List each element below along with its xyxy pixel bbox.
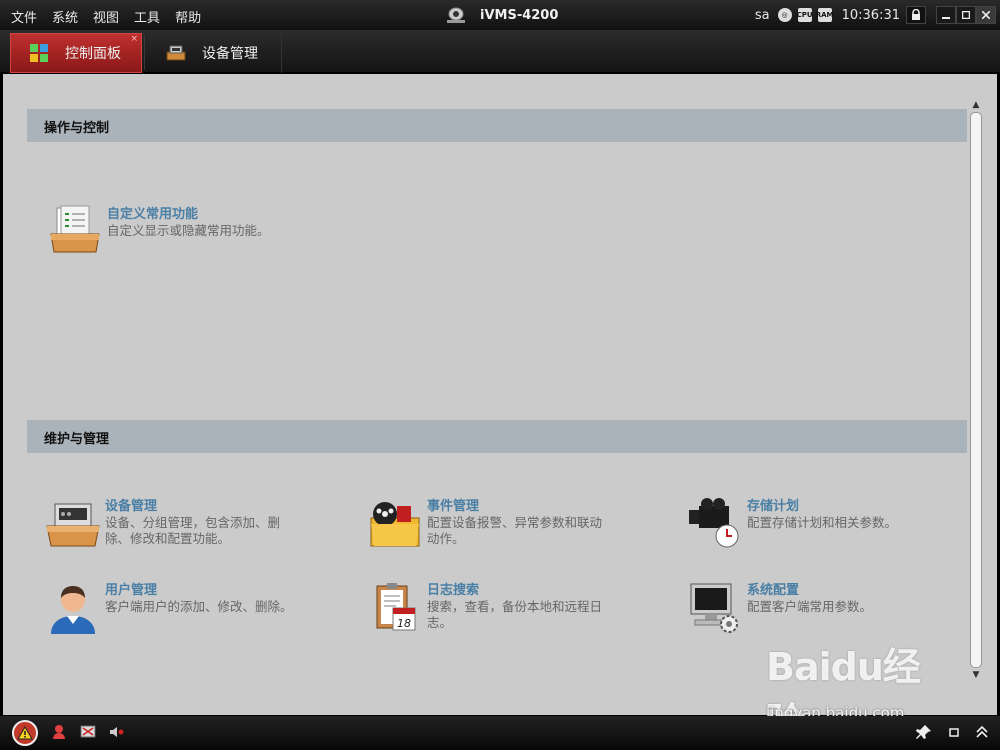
user-management-item[interactable]: 用户管理 客户端用户的添加、修改、删除。: [45, 580, 293, 636]
minimize-icon: [942, 17, 950, 19]
menu-help[interactable]: 帮助: [175, 7, 201, 26]
cpu-icon: CPU: [797, 8, 813, 22]
tab-label: 设备管理: [202, 46, 258, 62]
log-search-item[interactable]: 18 日志搜索 搜索，查看，备份本地和远程日 志。: [367, 580, 602, 636]
scroll-up-icon[interactable]: ▲: [967, 98, 985, 112]
app-name: iVMS-4200: [480, 7, 559, 23]
menu-tools[interactable]: 工具: [134, 7, 160, 26]
event-folder-icon: [370, 502, 420, 547]
item-desc: 配置设备报警、异常参数和联动: [427, 515, 603, 530]
expand-up-icon[interactable]: [974, 724, 990, 740]
section-header-maintenance: 维护与管理: [27, 420, 967, 453]
item-desc: 配置客户端常用参数。: [747, 599, 873, 614]
item-desc: 搜索，查看，备份本地和远程日: [427, 599, 603, 614]
restore-icon[interactable]: [946, 724, 962, 740]
storage-schedule-item[interactable]: 存储计划 配置存储计划和相关参数。: [687, 496, 897, 552]
event-management-item[interactable]: 事件管理 配置设备报警、异常参数和联动 动作。: [367, 496, 602, 552]
item-title: 存储计划: [747, 499, 800, 514]
status-area: sa ◎ CPU RAM 10:36:31: [755, 0, 1000, 30]
vertical-scrollbar[interactable]: ▲ ▼: [967, 98, 985, 690]
menu-view[interactable]: 视图: [93, 7, 119, 26]
item-desc: 客户端用户的添加、修改、删除。: [105, 599, 293, 614]
item-desc: 除、修改和配置功能。: [105, 531, 231, 546]
scroll-down-icon[interactable]: ▼: [967, 668, 985, 682]
close-button[interactable]: [976, 6, 996, 24]
menu-file[interactable]: 文件: [11, 7, 37, 26]
maximize-icon: [962, 11, 970, 19]
pin-icon[interactable]: [916, 724, 932, 740]
item-title: 系统配置: [747, 583, 800, 598]
user-alert-icon[interactable]: [52, 724, 68, 740]
section-header-operations: 操作与控制: [27, 109, 967, 142]
custom-functions-item[interactable]: 自定义常用功能 自定义显示或隐藏常用功能。: [47, 204, 270, 260]
system-config-item[interactable]: 系统配置 配置客户端常用参数。: [687, 580, 872, 636]
tab-device-management[interactable]: 设备管理: [154, 33, 282, 73]
app-title: iVMS-4200: [444, 6, 558, 24]
control-panel: 操作与控制 自定义常用功能 自定义显示或隐藏常用功能。 维护与管理 设备管理 设…: [3, 74, 997, 715]
item-title: 自定义常用功能: [107, 207, 199, 222]
item-desc: 志。: [427, 615, 453, 630]
item-title: 用户管理: [105, 583, 158, 598]
tray-checklist-icon: [50, 205, 100, 253]
grid-icon: [30, 44, 48, 62]
item-desc: 配置存储计划和相关参数。: [747, 515, 898, 530]
monitor-gear-icon: [690, 583, 738, 633]
scroll-thumb[interactable]: [970, 112, 982, 668]
warning-icon: [17, 726, 33, 740]
item-title: 设备管理: [105, 499, 158, 514]
globe-icon: ◎: [777, 8, 792, 22]
tab-bar: 控制面板 × 设备管理: [0, 30, 1000, 73]
item-title: 事件管理: [427, 499, 480, 514]
maximize-button[interactable]: [956, 6, 976, 24]
item-title: 日志搜索: [427, 583, 480, 598]
camera-logo-icon: [447, 7, 465, 23]
device-icon: [166, 45, 186, 61]
alarm-icon[interactable]: [12, 720, 38, 746]
user-icon: [51, 586, 95, 634]
calendar-day: 18: [397, 617, 411, 630]
lock-button[interactable]: [906, 6, 926, 24]
tab-divider: [144, 36, 145, 70]
ram-icon: RAM: [816, 8, 834, 22]
menu-bar: 文件 系统 视图 工具 帮助: [4, 7, 209, 26]
lock-icon: [912, 9, 920, 20]
video-alert-icon[interactable]: [80, 724, 96, 740]
clipboard-calendar-icon: 18: [376, 583, 416, 631]
sound-icon[interactable]: [108, 724, 124, 740]
close-icon: [982, 11, 990, 19]
minimize-button[interactable]: [936, 6, 956, 24]
bottom-status-bar: [0, 716, 1000, 750]
item-desc: 设备、分组管理，包含添加、删: [105, 515, 281, 530]
menu-system[interactable]: 系统: [52, 7, 78, 26]
device-tray-icon: [46, 503, 100, 547]
tab-close-icon[interactable]: ×: [130, 34, 138, 44]
item-desc: 自定义显示或隐藏常用功能。: [107, 223, 270, 238]
tab-control-panel[interactable]: 控制面板 ×: [10, 33, 142, 73]
device-management-item[interactable]: 设备管理 设备、分组管理，包含添加、删 除、修改和配置功能。: [45, 496, 280, 552]
window-controls: [936, 6, 996, 24]
title-bar: 文件 系统 视图 工具 帮助 iVMS-4200 sa ◎ CPU RAM 10…: [0, 0, 1000, 30]
tab-label: 控制面板: [65, 46, 121, 62]
camera-clock-icon: [689, 498, 739, 548]
current-user: sa: [754, 7, 770, 23]
item-desc: 动作。: [427, 531, 465, 546]
clock: 10:36:31: [841, 7, 900, 23]
